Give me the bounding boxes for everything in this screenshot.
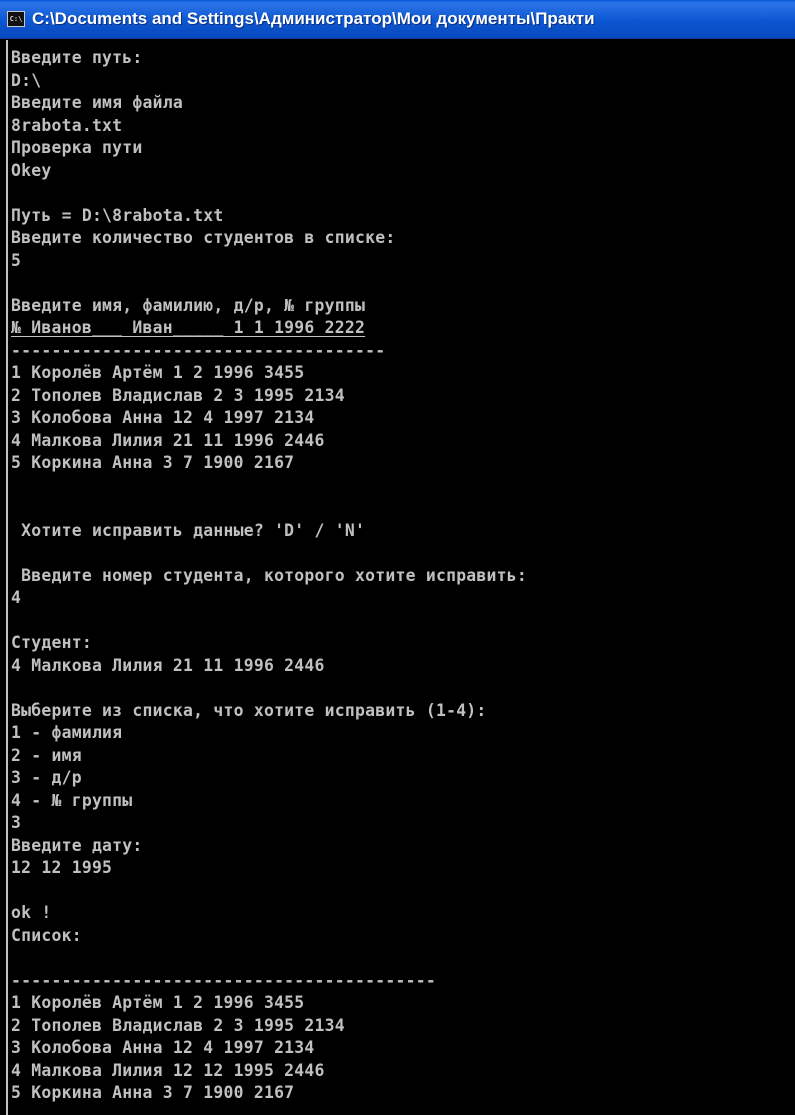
console-line: Введите количество студентов в списке: — [11, 228, 396, 247]
window-title: C:\Documents and Settings\Администратор\… — [32, 9, 595, 28]
console-lines: Введите путь: D:\ Введите имя файла 8rabota… — [8, 40, 795, 1105]
console-line: Студент: — [11, 633, 92, 652]
console-line: 8rabota.txt — [11, 115, 123, 135]
console-line: 1 Королёв Артём 1 2 1996 3455 — [11, 363, 305, 382]
console-line: 4 Малкова Лилия 12 12 1995 2446 — [11, 1060, 325, 1080]
console-line: Введите путь: — [11, 48, 143, 67]
console-line: Введите имя, фамилию, д/р, № группы — [11, 295, 366, 315]
console-line: Проверка пути — [11, 138, 143, 157]
console-line: 5 Коркина Анна 3 7 1900 2167 — [11, 1083, 295, 1102]
console-line: ----------------------------------------… — [11, 970, 436, 990]
console-line: Хотите исправить данные? 'D' / 'N' — [11, 520, 366, 540]
console-line: 4 Малкова Лилия 21 11 1996 2446 — [11, 430, 325, 450]
console-line: Путь = D:\8rabota.txt — [11, 205, 224, 225]
console-line: ok ! — [11, 903, 52, 922]
console-line: 1 - фамилия — [11, 723, 123, 742]
console-line: 3 Колобова Анна 12 4 1997 2134 — [11, 1038, 315, 1057]
console-line: 2 Тополев Владислав 2 3 1995 2134 — [11, 1015, 345, 1035]
console-line: Выберите из списка, что хотите исправить… — [11, 700, 487, 720]
cmd-icon[interactable]: C:\ — [7, 11, 25, 27]
console-line: № Иванов___ Иван_____ 1 1 1996 2222 — [11, 318, 366, 337]
console-line: 3 - д/р — [11, 768, 82, 787]
console-line: 3 Колобова Анна 12 4 1997 2134 — [11, 408, 315, 427]
console-line: D:\ — [11, 70, 42, 90]
console-line: 12 12 1995 — [11, 858, 113, 877]
console-output[interactable]: Введите путь: D:\ Введите имя файла 8rabota… — [6, 40, 795, 1115]
console-line: ------------------------------------- — [11, 340, 386, 360]
console-line: Okey — [11, 160, 52, 180]
console-line: 2 - имя — [11, 745, 82, 765]
console-line: 2 Тополев Владислав 2 3 1995 2134 — [11, 385, 345, 405]
console-line: 5 Коркина Анна 3 7 1900 2167 — [11, 453, 295, 472]
window-titlebar[interactable]: C:\ C:\Documents and Settings\Администра… — [0, 0, 795, 39]
console-line: 5 — [11, 250, 22, 270]
console-line: 1 Королёв Артём 1 2 1996 3455 — [11, 993, 305, 1012]
console-line: Введите имя файла — [11, 93, 184, 112]
console-line: Введите дату: — [11, 835, 143, 855]
console-line: 3 — [11, 813, 22, 832]
console-line: 4 Малкова Лилия 21 11 1996 2446 — [11, 655, 325, 675]
console-line: 4 — [11, 588, 22, 607]
console-line: Введите номер студента, которого хотите … — [11, 565, 528, 585]
console-line: Список: — [11, 925, 82, 945]
console-line: 4 - № группы — [11, 790, 133, 810]
cmd-icon-text: C:\ — [9, 14, 23, 23]
